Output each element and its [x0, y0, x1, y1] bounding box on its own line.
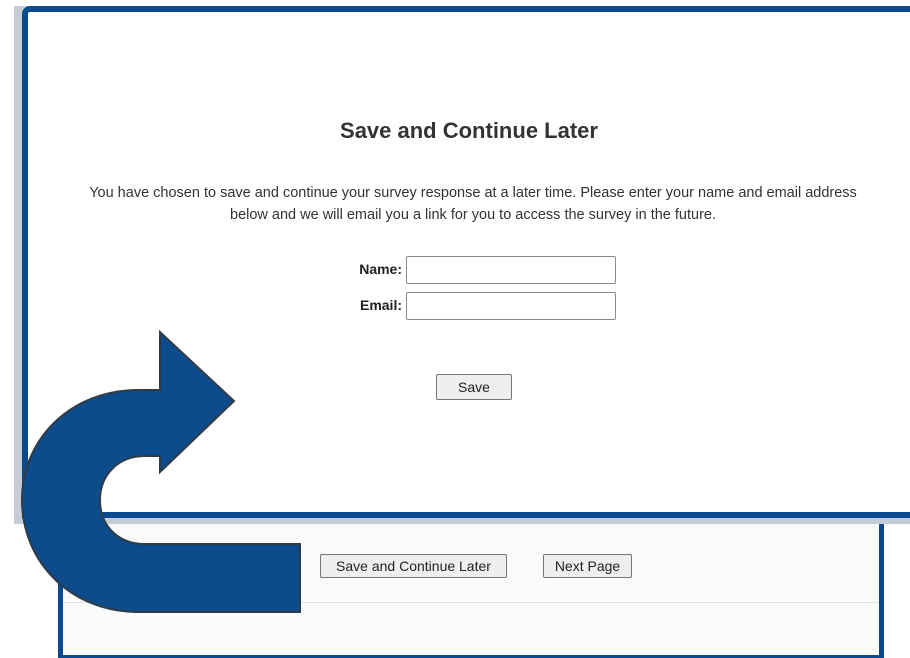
dialog-title: Save and Continue Later — [340, 118, 598, 143]
email-input[interactable] — [406, 292, 616, 320]
dialog-description: You have chosen to save and continue you… — [89, 185, 857, 223]
name-label: Name: — [359, 261, 402, 277]
email-row: Email: — [308, 292, 628, 320]
email-label: Email: — [359, 297, 402, 313]
next-page-button[interactable]: Next Page — [543, 554, 632, 578]
footer-strip — [63, 602, 879, 658]
save-later-dialog: Save and Continue Later You have chosen … — [22, 6, 910, 518]
name-row: Name: — [308, 256, 628, 284]
name-input[interactable] — [406, 256, 616, 284]
save-and-continue-later-button[interactable]: Save and Continue Later — [320, 554, 507, 578]
survey-page-panel: Save and Continue Later Next Page — [58, 510, 884, 658]
save-button[interactable]: Save — [436, 374, 512, 400]
screenshot-stage: Save and Continue Later Next Page Save a… — [0, 0, 910, 658]
